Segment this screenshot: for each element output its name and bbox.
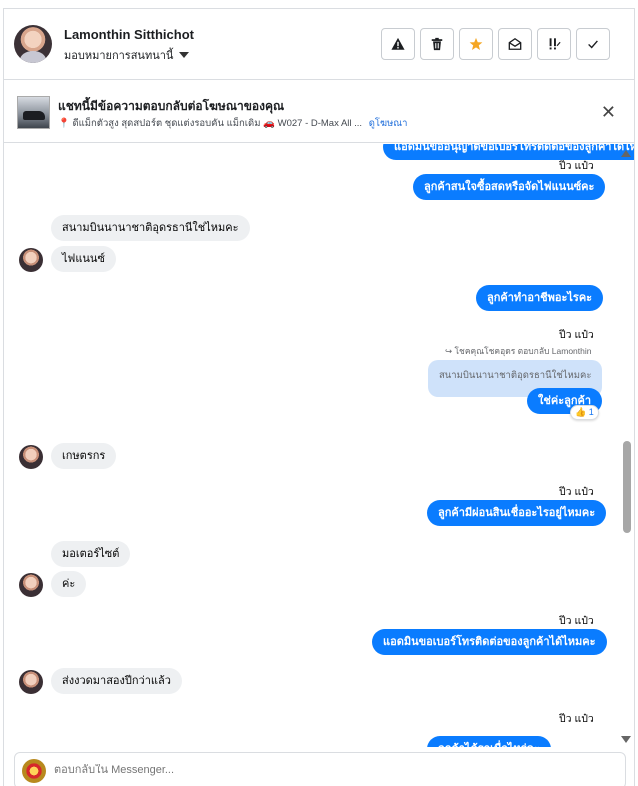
message-incoming[interactable]: เกษตรกร: [51, 443, 117, 469]
avatar: [19, 670, 43, 694]
message-outgoing[interactable]: แอดมินขอเบอร์โทรติดต่อของลูกค้าได้ไหมคะ: [372, 629, 607, 655]
warning-button[interactable]: [381, 28, 415, 60]
conversation-panel: Lamonthin Sitthichot มอบหมายการสนทนานี้: [3, 8, 635, 786]
message-composer[interactable]: [14, 752, 626, 786]
contact-name[interactable]: Lamonthin Sitthichot: [64, 27, 194, 42]
reply-input[interactable]: [54, 764, 594, 776]
envelope-open-icon: [508, 37, 522, 50]
scroll-up-icon[interactable]: [621, 150, 631, 157]
warning-icon: [391, 37, 405, 50]
conversation-header: Lamonthin Sitthichot มอบหมายการสนทนานี้: [4, 9, 634, 80]
message-outgoing[interactable]: ลูกค้าได้รถเมื่อไหร่คะ: [427, 736, 551, 747]
avatar: [19, 573, 43, 597]
mark-unread-button[interactable]: [498, 28, 532, 60]
view-ad-link[interactable]: ดูโฆษณา: [369, 118, 408, 129]
sender-name: ปีว แป๋ว: [559, 615, 594, 627]
priority-icon: [549, 38, 561, 50]
message-incoming[interactable]: มอเตอร์ไซต์: [51, 541, 131, 567]
avatar[interactable]: [14, 25, 52, 63]
page-avatar: [22, 759, 46, 783]
star-icon: [469, 37, 483, 50]
scroll-thumb[interactable]: [623, 441, 631, 533]
ad-subtitle: ดีแม็กตัวสูง สุดสปอร์ต ชุดแต่งรอบคัน แม็…: [72, 118, 261, 129]
banner-title: แชทนี้มีข้อความตอบกลับต่อโฆษณาของคุณ: [58, 99, 285, 113]
assign-label: มอบหมายการสนทนานี้: [64, 50, 174, 62]
message-outgoing[interactable]: ลูกค้ามีผ่อนสินเชื่ออะไรอยู่ไหมคะ: [427, 500, 607, 526]
ad-description: 📍 ดีแม็กตัวสูง สุดสปอร์ต ชุดแต่งรอบคัน แ…: [58, 116, 407, 131]
trash-icon: [431, 37, 443, 51]
scroll-down-icon[interactable]: [621, 736, 631, 743]
ad-model: W027 - D-Max All ...: [277, 118, 363, 129]
reply-note: ↪ โชคคุณโชคอุดร ตอบกลับ Lamonthin: [445, 346, 592, 356]
avatar: [19, 445, 43, 469]
toolbar: [381, 28, 610, 60]
sender-name: ปีว แป๋ว: [559, 713, 594, 725]
sender-name: ปีว แป๋ว: [559, 160, 594, 172]
priority-button[interactable]: [537, 28, 571, 60]
message-outgoing[interactable]: ลูกค้าสนใจซื้อสดหรือจัดไฟแนนซ์คะ: [413, 174, 606, 200]
car-icon: 🚗: [263, 118, 275, 129]
sender-name: ปีว แป๋ว: [559, 486, 594, 498]
message-incoming[interactable]: สนามบินนานาชาติอุดรธานีใช่ไหมคะ: [51, 215, 250, 241]
message-outgoing[interactable]: แอดมินขออนุญาตขอเบอร์โทรติดต่อของลูกค้าไ…: [383, 144, 634, 160]
reaction-badge[interactable]: 👍 1: [570, 405, 599, 420]
ad-thumbnail[interactable]: [17, 96, 50, 129]
close-icon[interactable]: ✕: [601, 103, 616, 121]
done-button[interactable]: [576, 28, 610, 60]
check-icon: [588, 40, 598, 49]
message-outgoing[interactable]: ลูกค้าทำอาชีพอะไรคะ: [476, 285, 604, 311]
message-thread[interactable]: แอดมินขออนุญาตขอเบอร์โทรติดต่อของลูกค้าไ…: [4, 144, 634, 747]
message-incoming[interactable]: ไฟแนนซ์: [51, 246, 116, 272]
star-button[interactable]: [459, 28, 493, 60]
assign-conversation-dropdown[interactable]: มอบหมายการสนทนานี้: [64, 46, 190, 64]
message-incoming[interactable]: ค่ะ: [51, 571, 87, 597]
sender-name: ปีว แป๋ว: [559, 329, 594, 341]
delete-button[interactable]: [420, 28, 454, 60]
caret-down-icon: [179, 52, 190, 58]
scrollbar[interactable]: [620, 144, 634, 747]
ad-reply-banner: แชทนี้มีข้อความตอบกลับต่อโฆษณาของคุณ 📍 ด…: [4, 81, 634, 143]
message-incoming[interactable]: ส่งงวดมาสองปีกว่าแล้ว: [51, 668, 182, 694]
avatar: [19, 248, 43, 272]
pin-icon: 📍: [58, 118, 70, 129]
